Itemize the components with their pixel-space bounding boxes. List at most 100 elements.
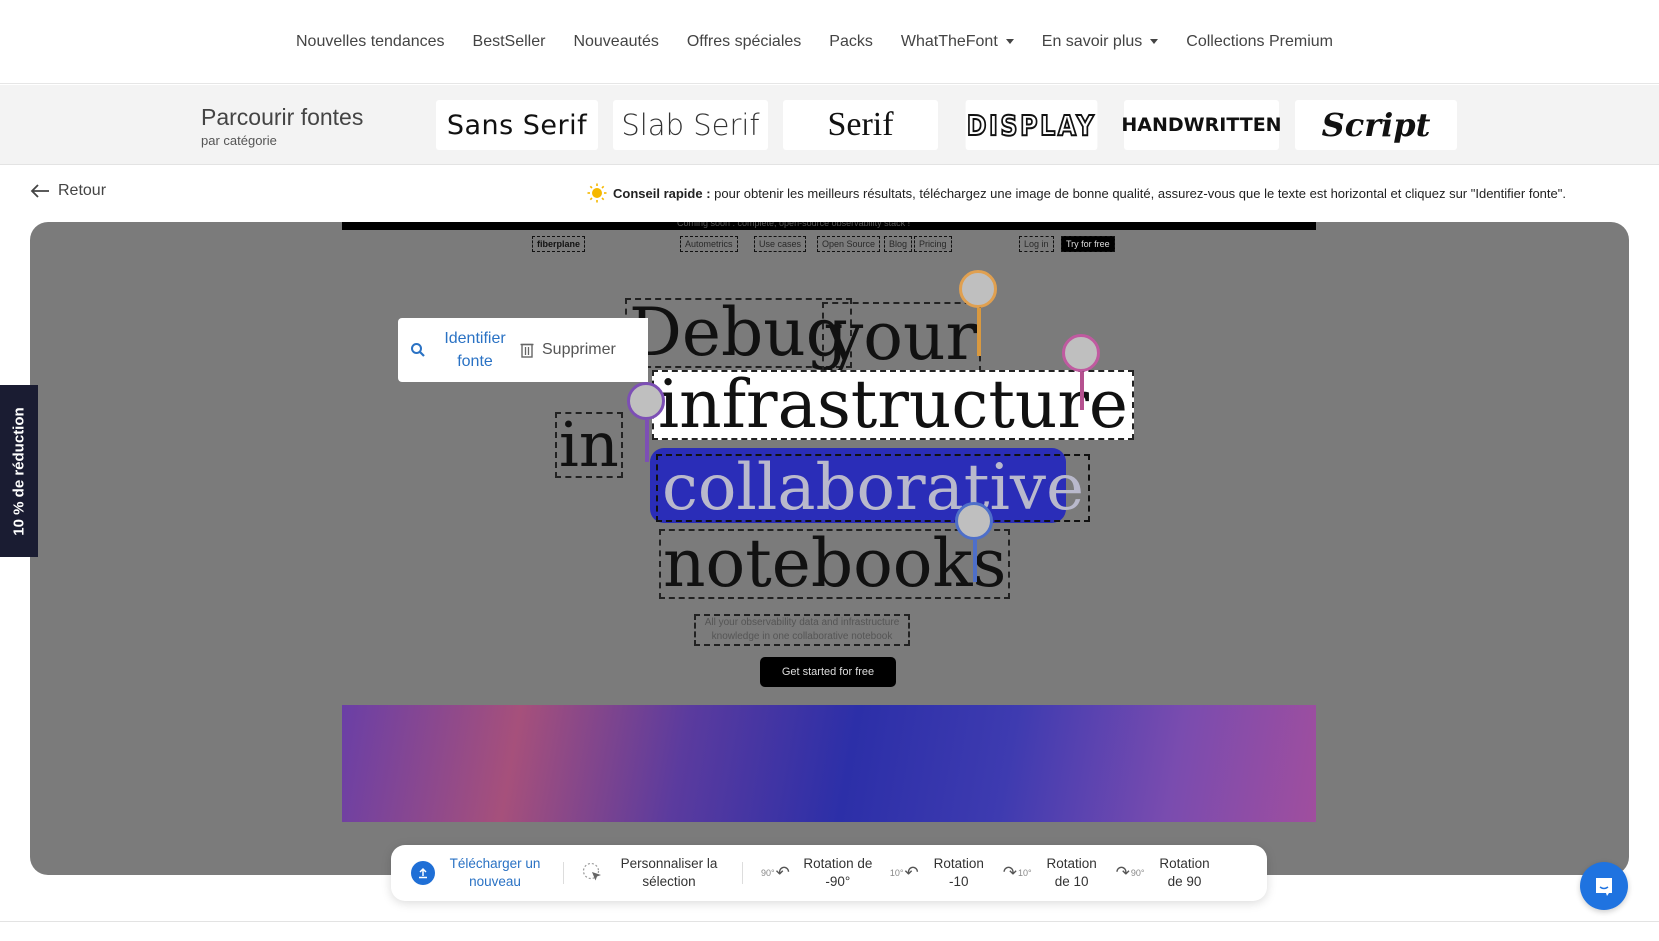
avatar: [1062, 334, 1100, 372]
nav-item-en-savoir-plus[interactable]: En savoir plus: [1028, 33, 1173, 51]
headline-word[interactable]: Debug: [625, 298, 852, 368]
avatar: [627, 382, 665, 420]
arrow-left-icon: [30, 184, 49, 198]
image-login[interactable]: Log in: [1019, 236, 1054, 252]
category-serif[interactable]: Serif: [783, 100, 938, 150]
headline-word[interactable]: notebooks: [659, 529, 1011, 599]
discount-tab[interactable]: 10 % de réduction: [0, 385, 38, 557]
avatar: [955, 502, 993, 540]
rotate-plus-10-button[interactable]: ↷ 10° Rotation de 10: [1003, 855, 1102, 891]
delete-button[interactable]: Supprimer: [520, 341, 616, 359]
nav-item-packs[interactable]: Packs: [815, 33, 887, 51]
identify-font-button[interactable]: Identifier fonte: [410, 327, 510, 373]
back-label: Retour: [58, 182, 107, 199]
rotate-ccw-icon: 90° ↶: [761, 863, 790, 882]
toolbar-divider: [563, 862, 564, 884]
rotation-label: Rotation de 90: [1159, 856, 1210, 889]
browse-title: Parcourir fontes: [201, 104, 364, 130]
category-slab-serif[interactable]: Slab Serif: [613, 100, 768, 150]
nav-label: WhatTheFont: [900, 32, 998, 50]
browse-subtitle: par catégorie: [201, 133, 277, 148]
rotate-cw-icon: ↷ 90°: [1115, 863, 1145, 882]
headline-word[interactable]: your: [822, 302, 982, 372]
tip-text: pour obtenir les meilleurs résultats, té…: [714, 185, 1566, 201]
rotation-badge: 90°: [1130, 868, 1145, 878]
avatar: [959, 270, 997, 308]
image-subtext: All your observability data and infrastr…: [694, 614, 910, 646]
image-menu-item[interactable]: Blog: [884, 236, 913, 252]
image-menu-item[interactable]: Use cases: [754, 236, 807, 252]
category-handwritten[interactable]: HANDWRITTEN: [1121, 100, 1282, 150]
nav-label: Nouvelles tendances: [295, 32, 445, 50]
chat-icon: [1596, 878, 1612, 896]
selection-cursor-icon: [582, 862, 601, 881]
nav-label: Nouveautés: [573, 32, 659, 50]
nav-label: Offres spéciales: [686, 32, 802, 50]
cursor-pin: [977, 308, 981, 356]
rotation-label: Rotation de 10: [1046, 856, 1097, 889]
image-logo[interactable]: fiberplane: [532, 236, 586, 252]
cursor-pin: [1080, 372, 1084, 410]
rotate-minus-90-button[interactable]: 90° ↶ Rotation de -90°: [761, 855, 876, 891]
selection-context-menu: Identifier fonte Supprimer: [398, 318, 648, 382]
upload-icon: [411, 861, 435, 885]
category-bar: Parcourir fontes par catégorie Sans Seri…: [0, 85, 1659, 165]
nav-item-nouvelles-tendances[interactable]: Nouvelles tendances: [282, 33, 459, 51]
trash-icon: [520, 343, 534, 358]
caret-down-icon: [1005, 39, 1014, 44]
search-icon: [411, 343, 425, 357]
lightbulb-icon: [587, 183, 607, 203]
upload-new-label: Télécharger un nouveau: [449, 856, 541, 889]
customize-selection-button[interactable]: Personnaliser la sélection: [582, 855, 724, 891]
rotation-label: Rotation -10: [933, 856, 984, 889]
selected-headline-word[interactable]: infrastructure: [652, 370, 1134, 440]
rotation-label: Rotation de -90°: [803, 856, 873, 889]
nav-label: BestSeller: [472, 32, 546, 50]
image-menu-item[interactable]: Open Source: [817, 236, 881, 252]
browse-heading: Parcourir fontes par catégorie: [201, 104, 363, 148]
headline-word[interactable]: collaborative: [656, 454, 1090, 522]
quick-tip: Conseil rapide : pour obtenir les meille…: [587, 183, 1566, 203]
nav-item-offres-speciales[interactable]: Offres spéciales: [673, 33, 815, 51]
cursor-pin: [973, 540, 977, 582]
chat-launcher-button[interactable]: [1580, 862, 1628, 910]
upload-new-button[interactable]: Télécharger un nouveau: [411, 855, 545, 891]
customize-selection-label: Personnaliser la sélection: [620, 856, 718, 889]
caret-down-icon: [1150, 39, 1159, 44]
rotate-ccw-icon: 10° ↶: [889, 863, 919, 882]
back-link[interactable]: Retour: [30, 182, 106, 200]
image-cta-button[interactable]: Get started for free: [760, 657, 896, 687]
category-sans-serif[interactable]: Sans Serif: [436, 100, 598, 150]
cursor-pin: [645, 420, 649, 462]
image-gradient: [342, 705, 1316, 822]
nav-item-collections-premium[interactable]: Collections Premium: [1172, 33, 1347, 51]
rotate-cw-icon: ↷ 10°: [1002, 863, 1032, 882]
identify-font-label: Identifier fonte: [444, 330, 506, 370]
rotate-minus-10-button[interactable]: 10° ↶ Rotation -10: [890, 855, 989, 891]
rotation-badge: 10°: [1018, 868, 1032, 878]
nav-label: En savoir plus: [1041, 32, 1143, 50]
nav-item-whatthefont[interactable]: WhatTheFont: [887, 33, 1028, 51]
category-display[interactable]: DISPLAY: [965, 100, 1098, 150]
nav-label: Packs: [829, 32, 873, 50]
image-canvas[interactable]: Coming soon : complete, open-source obse…: [30, 222, 1629, 875]
nav-item-nouveautes[interactable]: Nouveautés: [559, 33, 672, 51]
rotate-plus-90-button[interactable]: ↷ 90° Rotation de 90: [1116, 855, 1215, 891]
category-script[interactable]: Script: [1295, 100, 1457, 150]
cta-label: Get started for free: [781, 666, 875, 678]
rotation-badge: 10°: [889, 868, 904, 878]
tip-label: Conseil rapide :: [613, 185, 711, 201]
nav-item-bestseller[interactable]: BestSeller: [459, 33, 560, 51]
image-menu-item[interactable]: Pricing: [914, 236, 952, 252]
logo-text: fiberplane: [537, 239, 581, 249]
delete-label: Supprimer: [542, 341, 616, 358]
footer-divider: [0, 921, 1659, 922]
rotation-badge: 90°: [761, 868, 775, 878]
image-try-button[interactable]: Try for free: [1061, 236, 1115, 252]
uploaded-image: Coming soon : complete, open-source obse…: [342, 222, 1316, 822]
discount-label: 10 % de réduction: [10, 406, 28, 536]
top-navigation: Nouvelles tendances BestSeller Nouveauté…: [0, 0, 1659, 84]
toolbar-divider: [742, 862, 743, 884]
headline-word[interactable]: in: [555, 412, 623, 478]
image-menu-item[interactable]: Autometrics: [680, 236, 738, 252]
